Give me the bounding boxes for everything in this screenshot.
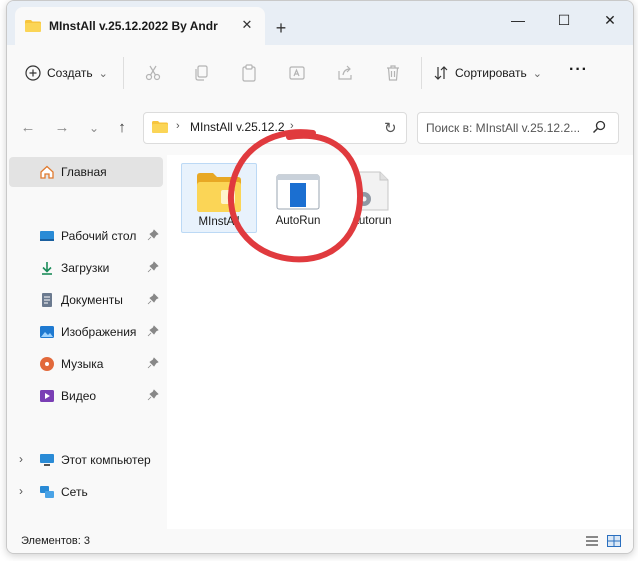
tab-title: MInstAll v.25.12.2022 By Andr [49, 19, 218, 33]
delete-icon[interactable] [383, 63, 403, 83]
sidebar-item-label: Рабочий стол [61, 229, 137, 243]
breadcrumb-path[interactable]: MInstAll v.25.12.2 [190, 120, 286, 134]
chevron-right-icon[interactable]: › [19, 484, 23, 498]
pictures-icon [40, 326, 54, 338]
home-icon [40, 165, 54, 179]
folder-icon [197, 173, 241, 212]
network-icon [40, 486, 54, 498]
refresh-button[interactable]: ↻ [384, 119, 397, 137]
file-name: AutoRun [275, 215, 321, 227]
file-item-autorun-inf[interactable]: autorun [335, 163, 409, 231]
tab-close-button[interactable]: ✕ [237, 15, 257, 35]
pin-icon[interactable] [147, 357, 159, 369]
sort-button[interactable]: Сортировать ⌄ [433, 62, 542, 84]
maximize-button[interactable]: ☐ [541, 5, 587, 35]
item-count: Элементов: 3 [21, 535, 90, 547]
pin-icon[interactable] [147, 389, 159, 401]
toolbar-divider [421, 57, 422, 89]
details-view-icon[interactable] [585, 535, 599, 547]
sidebar-item-network[interactable]: › Сеть [7, 479, 167, 505]
sidebar-item-video[interactable]: Видео [7, 383, 167, 409]
active-tab[interactable]: MInstAll v.25.12.2022 By Andr ✕ [15, 7, 265, 45]
more-options-button[interactable]: ··· [569, 61, 588, 79]
file-item-minstall[interactable]: MInstAll [181, 163, 257, 233]
tiles-view-icon[interactable] [607, 535, 621, 547]
sidebar-item-label: Изображения [61, 325, 137, 339]
documents-icon [42, 293, 52, 307]
folder-icon [152, 121, 168, 133]
search-box[interactable]: Поиск в: MInstAll v.25.12.2... [417, 112, 619, 144]
sidebar-item-label: Сеть [61, 485, 88, 499]
paste-icon[interactable] [239, 63, 259, 83]
back-button[interactable]: ← [19, 119, 37, 137]
rename-icon[interactable] [287, 63, 307, 83]
chevron-down-icon: ⌄ [532, 67, 542, 80]
title-bar: MInstAll v.25.12.2022 By Andr ✕ + — ☐ ✕ [7, 1, 633, 45]
file-name: MInstAll [198, 216, 240, 228]
create-button[interactable]: Создать ⌄ [25, 62, 108, 84]
new-tab-button[interactable]: + [271, 18, 291, 38]
sidebar-item-label: Музыка [61, 357, 104, 371]
sidebar-item-label: Видео [61, 389, 97, 403]
explorer-window: MInstAll v.25.12.2022 By Andr ✕ + — ☐ ✕ … [6, 0, 634, 554]
minimize-button[interactable]: — [495, 5, 541, 35]
create-label: Создать [47, 66, 93, 80]
sidebar-item-label: Этот компьютер [61, 453, 151, 467]
search-input[interactable]: Поиск в: MInstAll v.25.12.2... [426, 121, 584, 135]
pin-icon[interactable] [147, 293, 159, 305]
sidebar-item-documents[interactable]: Документы [7, 287, 167, 313]
status-bar: Элементов: 3 [7, 529, 633, 553]
file-list: MInstAll AutoRun autorun [173, 155, 633, 529]
sidebar-item-label: Документы [61, 293, 123, 307]
pin-icon[interactable] [147, 229, 159, 241]
close-button[interactable]: ✕ [587, 5, 633, 35]
cut-icon[interactable] [143, 63, 163, 83]
settings-file-icon [357, 171, 389, 211]
copy-icon[interactable] [191, 63, 211, 83]
address-row: ← → ⌄ ↑ › MInstAll v.25.12.2 › ↻ Поиск в… [7, 101, 633, 155]
forward-button[interactable]: → [53, 119, 71, 137]
recent-locations-button[interactable]: ⌄ [85, 119, 103, 137]
sidebar-item-label: Загрузки [61, 261, 110, 275]
downloads-icon [42, 262, 52, 275]
pin-icon[interactable] [147, 325, 159, 337]
desktop-icon [40, 231, 54, 241]
music-icon [40, 357, 54, 371]
breadcrumb-chevron[interactable]: › [290, 120, 294, 132]
sidebar-item-music[interactable]: Музыка [7, 351, 167, 377]
sort-label: Сортировать [455, 66, 527, 80]
computer-icon [40, 454, 54, 466]
content-area: Главная Рабочий стол Загрузки Документы … [7, 155, 633, 529]
file-name: autorun [352, 215, 392, 227]
add-icon [25, 65, 41, 81]
chevron-down-icon: ⌄ [98, 67, 108, 80]
sidebar-item-home[interactable]: Главная [9, 157, 163, 187]
sidebar-item-desktop[interactable]: Рабочий стол [7, 223, 167, 249]
app-icon [276, 174, 320, 210]
breadcrumb-separator: › [176, 120, 180, 132]
toolbar-divider [123, 57, 124, 89]
sidebar-item-downloads[interactable]: Загрузки [7, 255, 167, 281]
video-icon [40, 390, 54, 402]
search-icon [592, 120, 606, 134]
sidebar-item-pictures[interactable]: Изображения [7, 319, 167, 345]
sort-icon [434, 66, 448, 80]
file-item-autorun-app[interactable]: AutoRun [261, 163, 335, 231]
folder-icon [25, 20, 41, 32]
sidebar-item-this-pc[interactable]: › Этот компьютер [7, 447, 167, 473]
pin-icon[interactable] [147, 261, 159, 273]
address-bar[interactable]: › MInstAll v.25.12.2 › ↻ [143, 112, 407, 144]
chevron-right-icon[interactable]: › [19, 452, 23, 466]
sidebar-item-label: Главная [61, 165, 107, 179]
navigation-pane: Главная Рабочий стол Загрузки Документы … [7, 155, 167, 529]
up-button[interactable]: ↑ [113, 119, 131, 137]
share-icon[interactable] [335, 63, 355, 83]
command-bar: Создать ⌄ Сортировать ⌄ ··· [7, 45, 633, 102]
